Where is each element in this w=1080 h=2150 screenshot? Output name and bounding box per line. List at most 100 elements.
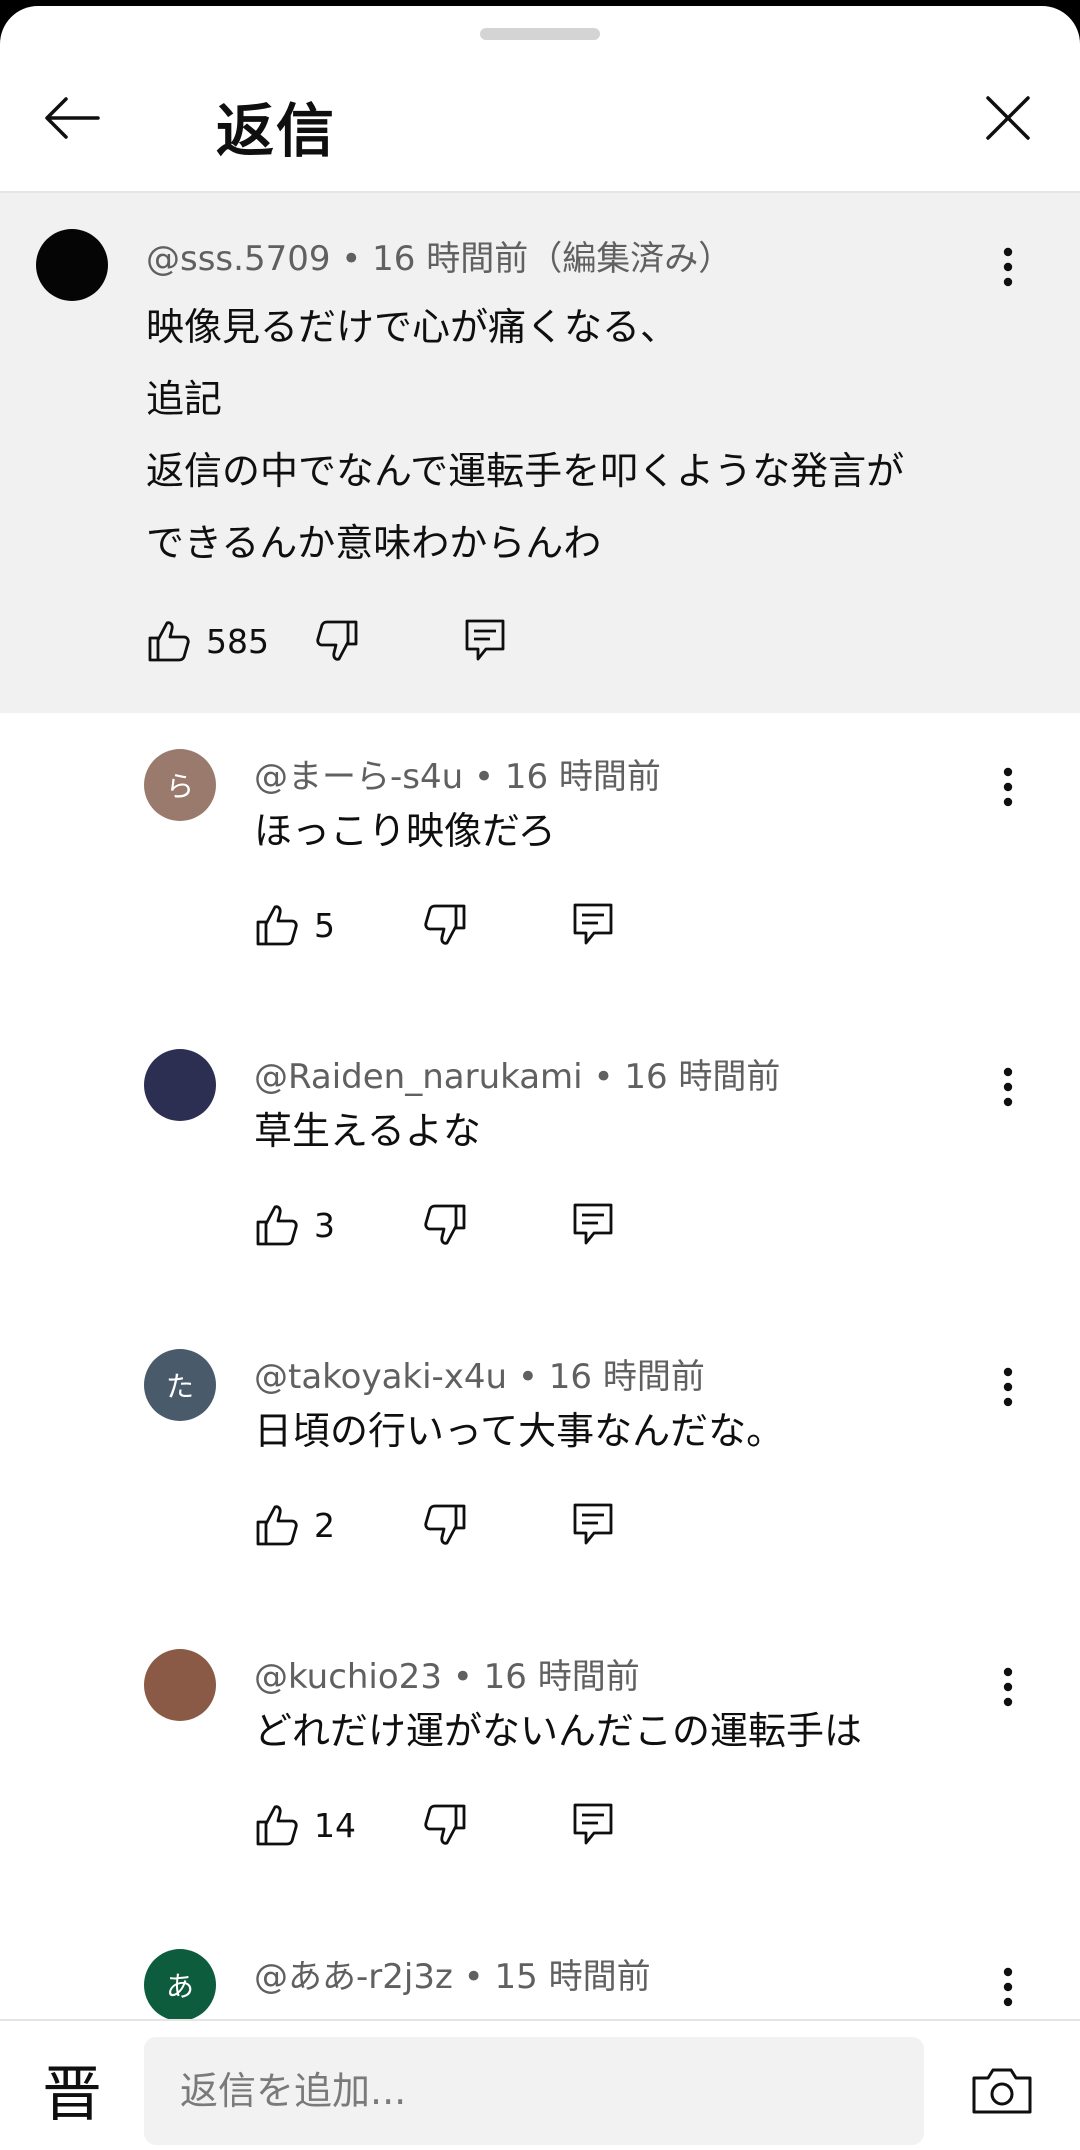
comment-time: 16 時間前: [504, 757, 661, 797]
comment-author[interactable]: @kuchio23: [254, 1657, 442, 1697]
comment-time: 16 時間前: [372, 239, 529, 279]
reply-input[interactable]: [144, 2037, 924, 2145]
reply-button[interactable]: [572, 1795, 614, 1855]
thumb-down-icon: [424, 904, 466, 945]
comment-meta: @takoyaki-x4u • 16 時間前: [254, 1349, 705, 1398]
comment-actions: 5: [254, 895, 634, 955]
comment-author[interactable]: @takoyaki-x4u: [254, 1357, 507, 1397]
thumb-up-icon: [256, 1805, 298, 1846]
avatar[interactable]: た: [144, 1349, 216, 1421]
comment-line: 映像見るだけで心が痛くなる、: [146, 305, 679, 349]
more-vert-icon: [1003, 1667, 1013, 1707]
comment-meta: @ああ-r2j3z • 15 時間前: [254, 1949, 651, 1998]
avatar[interactable]: [144, 1049, 216, 1121]
sheet-header: 返信: [0, 46, 1080, 193]
avatar[interactable]: ら: [144, 749, 216, 821]
thumb-down-icon: [424, 1804, 466, 1845]
comment-actions: 3: [254, 1195, 634, 1255]
comment-text: 映像見るだけで心が痛くなる、 追記 返信の中でなんで運転手を叩くような発言が で…: [146, 291, 904, 579]
comment-icon: [573, 1503, 613, 1545]
comment-text: 日頃の行いって大事なんだな。: [254, 1409, 785, 1453]
comment-icon: [573, 903, 613, 945]
thumb-up-icon: [256, 1205, 298, 1246]
like-count: 5: [314, 905, 335, 945]
camera-icon: [972, 2068, 1032, 2114]
replies-sheet: 返信 @sss.5709 • 16 時間前（編集済み） 映像見るだけで心が痛くな…: [0, 6, 1080, 2150]
thumb-down-icon: [424, 1504, 466, 1545]
comment-meta: @sss.5709 • 16 時間前（編集済み）: [146, 231, 732, 280]
reply-button[interactable]: [464, 611, 506, 671]
reply-comment: た @takoyaki-x4u • 16 時間前日頃の行いって大事なんだな。 2: [0, 1313, 1080, 1613]
comment-author[interactable]: @まーら-s4u: [254, 757, 463, 797]
parent-comment: @sss.5709 • 16 時間前（編集済み） 映像見るだけで心が痛くなる、 …: [0, 193, 1080, 713]
more-vert-icon: [1003, 247, 1013, 287]
like-button[interactable]: 5: [254, 895, 335, 955]
like-count: 585: [206, 621, 269, 661]
more-options-button[interactable]: [984, 757, 1032, 817]
dislike-button[interactable]: [422, 895, 468, 955]
like-button[interactable]: 3: [254, 1195, 335, 1255]
dislike-button[interactable]: [314, 611, 360, 671]
avatar[interactable]: [36, 229, 108, 301]
avatar[interactable]: あ: [144, 1949, 216, 2021]
comment-line: 追記: [146, 377, 223, 421]
comment-actions: 585: [146, 611, 566, 671]
comment-meta: @まーら-s4u • 16 時間前: [254, 749, 661, 798]
thumb-up-icon: [256, 905, 298, 946]
like-button[interactable]: 2: [254, 1495, 335, 1555]
close-button[interactable]: [972, 82, 1044, 154]
dislike-button[interactable]: [422, 1195, 468, 1255]
back-arrow-icon: [45, 97, 100, 139]
back-button[interactable]: [36, 82, 108, 154]
comment-line: 返信の中でなんで運転手を叩くような発言が: [146, 449, 905, 493]
comment-text: ほっこり映像だろ: [254, 809, 556, 853]
more-options-button[interactable]: [984, 1957, 1032, 2017]
comment-icon: [573, 1803, 613, 1845]
comment-meta: @kuchio23 • 16 時間前: [254, 1649, 640, 1698]
like-count: 2: [314, 1505, 335, 1545]
thumb-down-icon: [316, 620, 358, 661]
ime-toggle-button[interactable]: 晋: [36, 2049, 108, 2130]
drag-handle[interactable]: [480, 28, 600, 40]
comment-text: どれだけ運がないんだこの運転手は: [254, 1709, 863, 1753]
dislike-button[interactable]: [422, 1795, 468, 1855]
more-options-button[interactable]: [984, 1057, 1032, 1117]
reply-comment: @kuchio23 • 16 時間前どれだけ運がないんだこの運転手は 14: [0, 1613, 1080, 1913]
comment-time: 16 時間前: [548, 1357, 705, 1397]
like-count: 3: [314, 1205, 335, 1245]
comment-time: 16 時間前: [483, 1657, 640, 1697]
reply-button[interactable]: [572, 895, 614, 955]
comment-author[interactable]: @Raiden_narukami: [254, 1057, 583, 1097]
meta-separator: •: [463, 1957, 484, 1997]
comment-actions: 2: [254, 1495, 634, 1555]
like-button[interactable]: 14: [254, 1795, 356, 1855]
meta-separator: •: [452, 1657, 473, 1697]
avatar[interactable]: [144, 1649, 216, 1721]
like-count: 14: [314, 1805, 356, 1845]
more-vert-icon: [1003, 1967, 1013, 2007]
more-options-button[interactable]: [984, 237, 1032, 297]
more-vert-icon: [1003, 1067, 1013, 1107]
comment-icon: [465, 619, 505, 661]
reply-button[interactable]: [572, 1495, 614, 1555]
more-options-button[interactable]: [984, 1357, 1032, 1417]
comment-text: 草生えるよな: [254, 1109, 481, 1153]
like-button[interactable]: 585: [146, 611, 269, 671]
reply-comment: @Raiden_narukami • 16 時間前草生えるよな 3: [0, 1013, 1080, 1313]
comment-meta: @Raiden_narukami • 16 時間前: [254, 1049, 780, 1098]
reply-comment: ら @まーら-s4u • 16 時間前ほっこり映像だろ 5: [0, 713, 1080, 1013]
dislike-button[interactable]: [422, 1495, 468, 1555]
reply-button[interactable]: [572, 1195, 614, 1255]
page-title: 返信: [216, 97, 337, 165]
more-options-button[interactable]: [984, 1657, 1032, 1717]
more-vert-icon: [1003, 767, 1013, 807]
avatar-letter: た: [165, 1370, 194, 1403]
camera-button[interactable]: [966, 2061, 1038, 2121]
comment-time: 16 時間前: [624, 1057, 781, 1097]
avatar-letter: あ: [165, 1970, 194, 2003]
comment-author[interactable]: @ああ-r2j3z: [254, 1957, 453, 1997]
comment-author[interactable]: @sss.5709: [146, 239, 330, 279]
more-vert-icon: [1003, 1367, 1013, 1407]
edited-label: （編集済み）: [528, 239, 733, 279]
meta-separator: •: [473, 757, 495, 797]
